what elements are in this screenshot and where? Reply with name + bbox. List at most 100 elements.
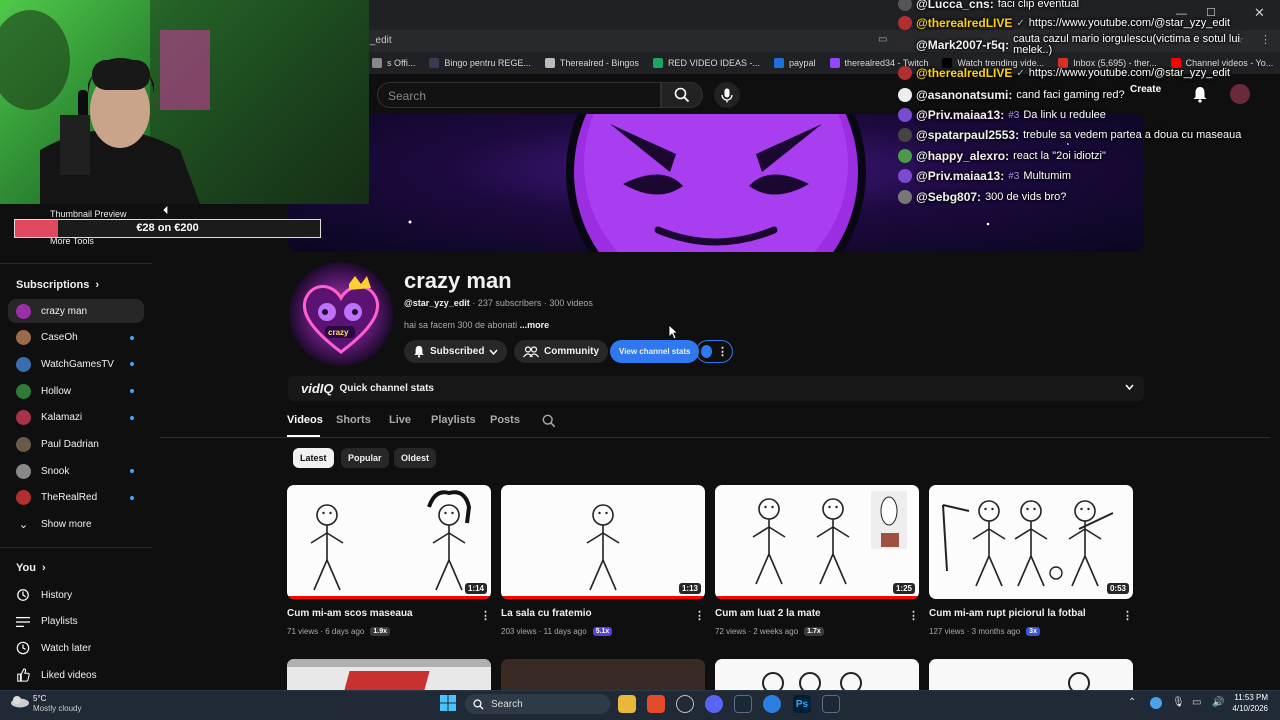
vidiq-quick-stats-bar[interactable]: vidIQ Quick channel stats [288,376,1144,401]
vidiq-logo: vidIQ [301,381,334,396]
display-icon[interactable]: ▭ [1192,697,1201,708]
search-button[interactable] [661,82,703,108]
channel-description[interactable]: hai sa facem 300 de abonati ...more [404,320,549,330]
video-thumbnail-row2[interactable] [929,659,1133,690]
video-card[interactable]: 0:53 Cum mi-am rupt piciorul la fotbal ⋮ 12… [929,485,1133,636]
video-title[interactable]: Cum mi-am rupt piciorul la fotbal [929,608,1086,619]
brave-browser-icon[interactable] [647,695,665,713]
sidebar-item-subscription[interactable]: Paul Dadrian [8,433,144,457]
sidebar-item-playlists[interactable]: Playlists [8,610,144,634]
weather-icon[interactable] [10,694,29,708]
windows-start-icon[interactable] [440,695,456,716]
bookmark-item[interactable]: Bingo pentru REGE... [429,58,531,68]
search-input[interactable]: Search [377,82,661,108]
sidebar-item-subscription[interactable]: WatchGamesTV [8,352,144,376]
expand-chevron-icon[interactable] [1125,382,1134,393]
subscriptions-header[interactable]: Subscriptions › [16,279,99,291]
sidebar-divider [0,547,152,548]
subscription-avatar [16,463,31,479]
thumbs-up-icon [16,668,31,682]
tab-videos[interactable]: Videos [287,414,323,426]
video-thumbnail-row2[interactable] [715,659,919,690]
chat-avatar [898,190,912,204]
video-menu-icon[interactable]: ⋮ [908,609,919,622]
video-thumbnail[interactable]: 1:14 [287,485,491,599]
tray-chevron-icon[interactable]: ⌃ [1128,697,1136,708]
filter-popular[interactable]: Popular [341,448,389,468]
sidebar-item-subscription[interactable]: crazy man [8,299,144,323]
video-thumbnail[interactable]: 1:25 [715,485,919,599]
you-header[interactable]: You › [16,562,46,574]
video-title[interactable]: Cum am luat 2 la mate [715,608,821,619]
thumbnail-preview-label[interactable]: Thumbnail Preview [50,209,127,219]
sidebar-item-liked-videos[interactable]: Liked videos [8,663,144,687]
video-thumbnail-row2[interactable] [287,659,491,690]
tab-posts[interactable]: Posts [490,414,520,426]
video-thumbnail[interactable]: 0:53 [929,485,1133,599]
bookmark-item[interactable]: paypal [773,58,816,68]
video-duration: 0:53 [1106,583,1129,594]
bookmark-favicon-icon [773,58,784,68]
chat-avatar [898,169,912,183]
video-title[interactable]: Cum mi-am scos maseaua [287,608,413,619]
video-title[interactable]: La sala cu fratemio [501,608,592,619]
vidiq-multiplier-badge: 1.9x [370,627,390,636]
channel-search-icon[interactable] [542,414,556,433]
discord-icon[interactable] [705,695,723,713]
sidebar-item-history[interactable]: History [8,583,144,607]
bookmark-label: RED VIDEO IDEAS -... [667,58,760,68]
microphone-icon[interactable]: 🎙 [1172,697,1185,708]
photoshop-icon[interactable]: Ps [793,695,811,713]
watch-progress-bar [501,596,705,599]
more-link[interactable]: ...more [520,320,550,330]
channel-meta: @star_yzy_edit · 237 subscribers · 300 v… [404,298,593,308]
taskbar-search-label: Search [491,698,523,710]
sidebar-item-subscription[interactable]: Snook [8,459,144,483]
sidebar-item-watch-later[interactable]: Watch later [8,636,144,660]
steam-app-icon[interactable] [822,695,840,713]
file-explorer-icon[interactable] [618,695,636,713]
video-card[interactable]: 1:25 Cum am luat 2 la mate ⋮ 72 views · 2 w… [715,485,919,636]
filter-oldest[interactable]: Oldest [394,448,437,468]
tab-shorts[interactable]: Shorts [336,414,371,426]
vidiq-options-button[interactable]: ⋮ [696,340,733,363]
tab-live[interactable]: Live [389,414,411,426]
sidebar-item-subscription[interactable]: Kalamazi [8,406,144,430]
bookmark-item[interactable]: s Offi... [372,58,415,68]
video-card[interactable]: 1:14 Cum mi-am scos maseaua ⋮ 71 views · 6 … [287,485,491,636]
video-menu-icon[interactable]: ⋮ [1122,609,1133,622]
sidebar-item-subscription[interactable]: TheRealRed [8,486,144,510]
tray-app-icon[interactable] [1150,697,1162,709]
video-card[interactable]: 1:13 La sala cu fratemio ⋮ 203 views · 11 d… [501,485,705,636]
sidebar-item-subscription[interactable]: Hollow [8,379,144,403]
edge-icon[interactable] [763,695,781,713]
voice-search-button[interactable] [714,82,740,108]
tab-playlists[interactable]: Playlists [431,414,476,426]
subscription-name: CaseOh [41,332,78,344]
bookmark-item[interactable]: RED VIDEO IDEAS -... [652,58,760,68]
video-menu-icon[interactable]: ⋮ [694,609,705,622]
screen-cast-icon[interactable]: ▭ [878,34,887,45]
community-label: Community [544,346,599,357]
filter-latest[interactable]: Latest [293,448,334,468]
community-button[interactable]: Community [514,340,608,363]
subscribed-button[interactable]: Subscribed [404,340,508,363]
obs-icon[interactable] [676,695,694,713]
steam-icon[interactable] [734,695,752,713]
show-more-button[interactable]: ⌄ Show more [8,512,144,536]
chat-text: react la "2oi idiotzi" [1013,150,1106,162]
clock-date[interactable]: 4/10/2026 [1226,704,1268,713]
bookmark-item[interactable]: Therealred - Bingos [544,58,639,68]
chat-badge: ✓ [1016,17,1025,29]
view-channel-stats-button[interactable]: View channel stats [610,340,700,363]
video-menu-icon[interactable]: ⋮ [480,609,491,622]
taskbar-search[interactable]: Search [465,694,610,714]
clock-time[interactable]: 11:53 PM [1226,693,1268,702]
subscription-avatar [16,410,31,426]
volume-icon[interactable]: 🔊 [1212,697,1224,708]
sidebar-item-subscription[interactable]: CaseOh [8,326,144,350]
share-icon[interactable]: ⏴ [163,205,169,218]
channel-avatar[interactable]: crazy [289,262,393,366]
video-thumbnail-row2[interactable] [501,659,705,690]
video-thumbnail[interactable]: 1:13 [501,485,705,599]
